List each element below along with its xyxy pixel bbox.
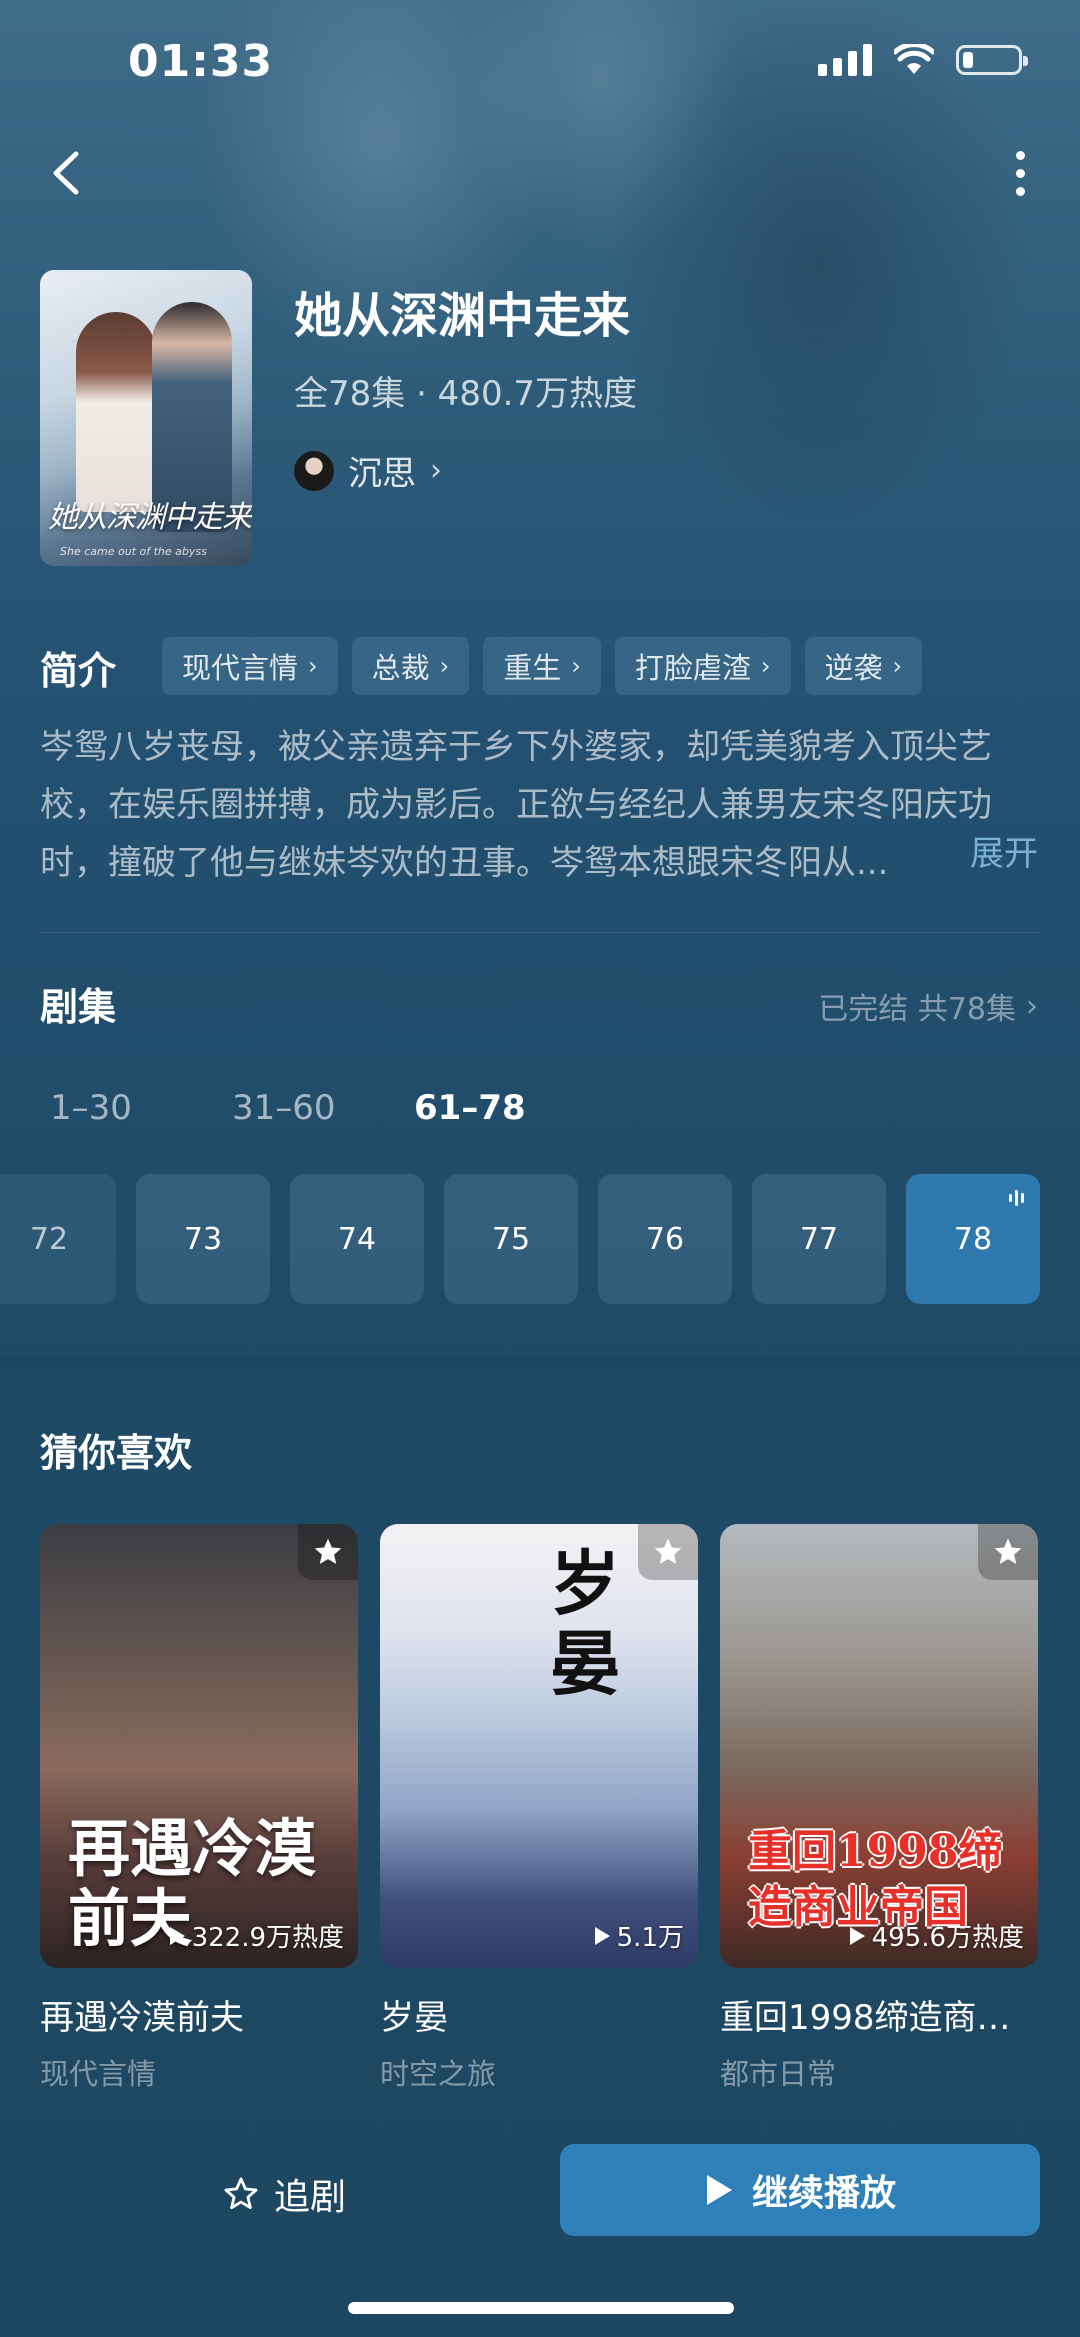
continue-play-button[interactable]: 继续播放 <box>560 2144 1040 2236</box>
cover-title-art: 岁晏 <box>550 1542 620 1705</box>
tag-chip[interactable]: 重生 › <box>483 637 601 695</box>
recommend-heading: 猜你喜欢 <box>40 1431 193 1475</box>
card-title: 重回1998缔造商… <box>720 1998 1011 2038</box>
chevron-left-icon <box>53 151 79 195</box>
heat-label: 495.6万热度 <box>848 1917 1024 1954</box>
more-options-button[interactable] <box>990 140 1050 206</box>
tag-chip[interactable]: 逆袭 › <box>804 637 923 695</box>
heat-label: 322.9万热度 <box>168 1917 344 1954</box>
episode-range-tabs: 1–30 31–60 61–78 <box>50 1088 596 1128</box>
drama-poster: 她从深渊中走来 She came out of the abyss <box>40 270 252 566</box>
star-icon <box>994 1538 1022 1564</box>
chevron-right-icon: › <box>1026 988 1038 1024</box>
synopsis-text: 岑鸳八岁丧母，被父亲遗弃于乡下外婆家，却凭美貌考入顶尖艺校，在娱乐圈拼搏，成为影… <box>40 727 992 883</box>
signal-icon <box>818 44 872 76</box>
battery-icon <box>956 45 1028 75</box>
card-genre: 现代言情 <box>40 2057 157 2091</box>
intro-heading: 简介 <box>40 649 117 693</box>
wifi-icon <box>894 44 934 74</box>
episode-button[interactable]: 77 <box>752 1174 886 1304</box>
episode-button-playing[interactable]: 78 <box>906 1174 1040 1304</box>
tag-chip[interactable]: 总裁 › <box>351 637 470 695</box>
battery-level <box>963 52 973 68</box>
author-name: 沉思 <box>348 454 416 494</box>
more-dot-icon <box>1015 186 1025 196</box>
poster-figure-woman <box>76 312 156 512</box>
drama-meta: 全78集 · 480.7万热度 <box>294 374 638 414</box>
tag-chip[interactable]: 打脸虐渣 › <box>614 637 791 695</box>
status-time: 01:33 <box>128 36 274 87</box>
more-dot-icon <box>1015 168 1025 178</box>
episode-button[interactable]: 76 <box>598 1174 732 1304</box>
card-genre: 都市日常 <box>720 2057 837 2091</box>
star-icon <box>654 1538 682 1564</box>
episodes-heading: 剧集 <box>40 985 117 1029</box>
divider <box>40 932 1040 933</box>
section-separator <box>0 1356 1080 1368</box>
back-button[interactable] <box>40 140 100 206</box>
status-icons <box>818 44 1028 76</box>
tab-range-3[interactable]: 61–78 <box>414 1088 596 1128</box>
chevron-right-icon: › <box>892 652 903 680</box>
card-genre: 时空之旅 <box>380 2057 497 2091</box>
recommend-card[interactable]: 岁晏 5.1万 岁晏 时空之旅 <box>380 1524 698 2093</box>
episodes-status-link[interactable]: 已完结 共78集 › <box>818 984 1038 1028</box>
recommend-card[interactable]: 重回1998缔造商业帝国 495.6万热度 重回1998缔造商… 都市日常 <box>720 1524 1038 2093</box>
chevron-right-icon: › <box>308 652 318 680</box>
poster-title: 她从深渊中走来 <box>48 500 252 535</box>
play-icon <box>169 1926 185 1945</box>
author-link[interactable]: 沉思 › <box>294 446 442 495</box>
star-icon <box>314 1538 342 1564</box>
card-cover: 岁晏 5.1万 <box>380 1524 698 1968</box>
expand-button[interactable]: 展开 <box>970 834 1038 874</box>
card-cover: 重回1998缔造商业帝国 495.6万热度 <box>720 1524 1038 1968</box>
card-title: 再遇冷漠前夫 <box>40 1998 244 2038</box>
follow-button[interactable]: 追剧 <box>222 2168 346 2220</box>
card-title: 岁晏 <box>380 1998 448 2038</box>
favorite-button[interactable] <box>978 1524 1038 1580</box>
poster-subtitle: She came out of the abyss <box>60 545 207 558</box>
episode-button[interactable]: 75 <box>444 1174 578 1304</box>
chevron-right-icon: › <box>439 652 450 680</box>
tab-range-1[interactable]: 1–30 <box>50 1088 232 1128</box>
favorite-button[interactable] <box>638 1524 698 1580</box>
play-icon <box>594 1926 610 1945</box>
episode-button[interactable]: 72 <box>0 1174 116 1304</box>
chevron-right-icon: › <box>430 453 442 488</box>
card-cover: 再遇冷漠前夫 322.9万热度 <box>40 1524 358 1968</box>
author-avatar <box>294 450 334 491</box>
episode-button[interactable]: 73 <box>136 1174 270 1304</box>
star-outline-icon <box>224 2177 258 2210</box>
recommend-list: 再遇冷漠前夫 322.9万热度 再遇冷漠前夫 现代言情 岁晏 5.1万 岁晏 时… <box>40 1524 1038 2093</box>
chevron-right-icon: › <box>760 652 771 680</box>
playing-indicator-icon <box>1009 1190 1024 1206</box>
play-icon <box>706 2175 732 2205</box>
play-icon <box>849 1926 865 1945</box>
episode-button[interactable]: 74 <box>290 1174 424 1304</box>
heat-label: 5.1万 <box>593 1917 684 1954</box>
more-dot-icon <box>1015 150 1025 160</box>
chevron-right-icon: › <box>571 652 581 680</box>
tab-range-2[interactable]: 31–60 <box>232 1088 414 1128</box>
recommend-card[interactable]: 再遇冷漠前夫 322.9万热度 再遇冷漠前夫 现代言情 <box>40 1524 358 2093</box>
tag-chip[interactable]: 现代言情 › <box>162 637 338 695</box>
genre-tags: 现代言情 › 总裁 › 重生 › 打脸虐渣 › 逆袭 › <box>162 637 923 695</box>
favorite-button[interactable] <box>298 1524 358 1580</box>
drama-title: 她从深渊中走来 <box>294 288 631 344</box>
home-indicator <box>348 2302 734 2314</box>
episode-list: 72 73 74 75 76 77 78 <box>0 1174 1040 1304</box>
